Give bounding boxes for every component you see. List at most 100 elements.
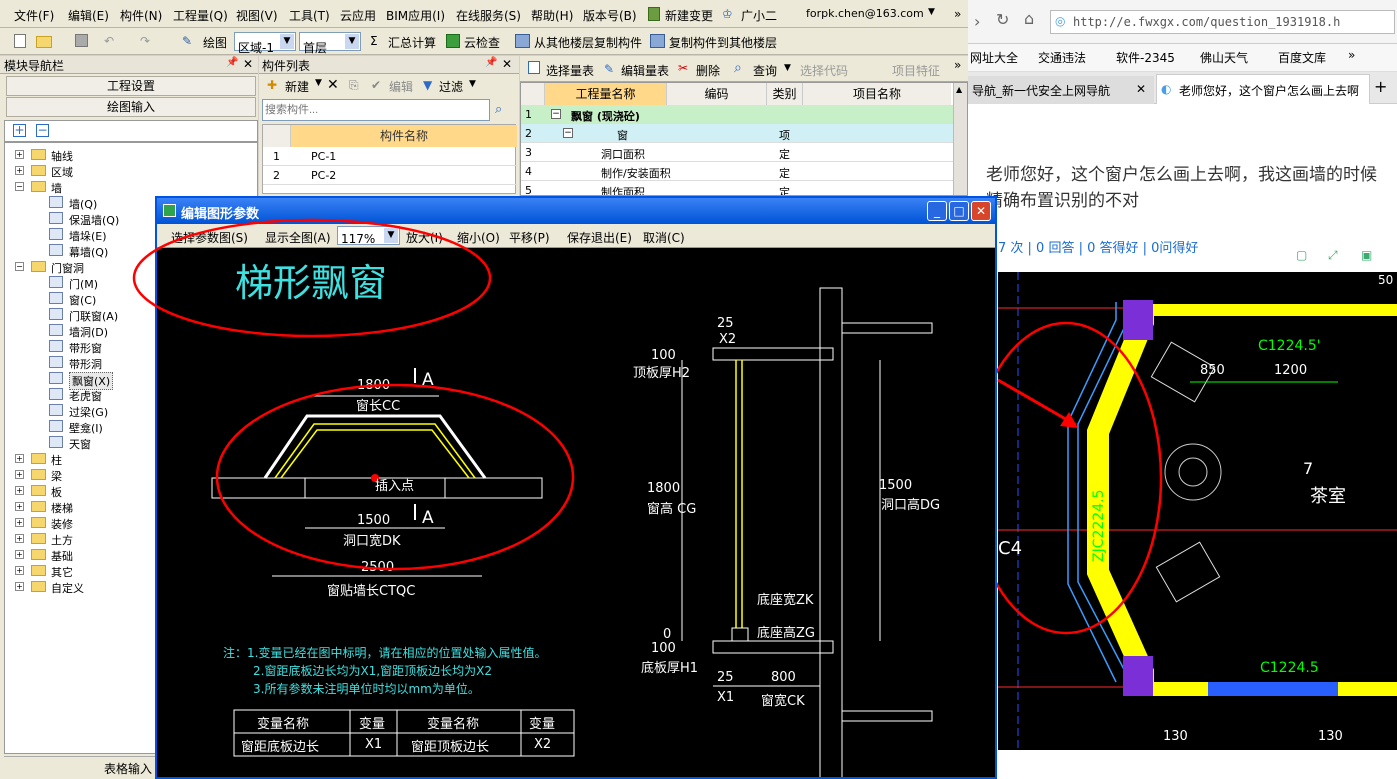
area-select[interactable]: 区域-1 ▼ (234, 32, 296, 55)
collapse-icon[interactable]: − (15, 262, 24, 271)
tree-item[interactable]: + 区域 (5, 163, 255, 179)
home-icon[interactable]: ⌂ (1024, 9, 1034, 28)
show-all-button[interactable]: 显示全图(A) (265, 229, 331, 246)
tab-navigation[interactable]: 导航_新一代安全上网导航 ✕ (968, 76, 1154, 104)
expand-icon[interactable]: + (15, 566, 24, 575)
search-icon[interactable]: ⌕ (495, 102, 502, 117)
chevron-down-icon[interactable]: ▼ (928, 7, 935, 17)
bookmark-item[interactable]: 网址大全 (970, 49, 1018, 66)
collapse-icon[interactable]: − (551, 109, 561, 119)
select-code-button[interactable]: 选择代码 (800, 62, 848, 79)
table-row[interactable]: 1 PC-1 (263, 147, 517, 166)
menu-help[interactable]: 帮助(H) (531, 7, 573, 24)
chevron-down-icon[interactable]: ▼ (315, 78, 322, 88)
expand-icon[interactable]: + (15, 486, 24, 495)
save-icon[interactable] (75, 34, 88, 47)
reload-icon[interactable]: ↻ (996, 10, 1009, 29)
chevron-down-icon[interactable]: ▼ (469, 79, 476, 89)
redo-icon[interactable]: ↷ (140, 34, 150, 48)
query-button[interactable]: 查询 (753, 62, 777, 79)
table-row[interactable]: 2 窗 项 − (521, 124, 953, 143)
expand-icon[interactable]: + (15, 454, 24, 463)
draw-input-button[interactable]: 绘图输入 (6, 97, 256, 117)
select-qtable-button[interactable]: 选择量表 (546, 62, 594, 79)
delete-icon[interactable]: ✕ (327, 77, 339, 93)
menu-cloud[interactable]: 云应用 (340, 7, 376, 24)
copy-icon[interactable]: ⎘ (349, 78, 359, 93)
bookmark-item[interactable]: 软件-2345 (1116, 49, 1175, 66)
close-icon[interactable]: ✕ (243, 57, 253, 71)
new-button[interactable]: 新建 (285, 78, 309, 95)
chevron-down-icon[interactable]: ▼ (784, 63, 791, 73)
table-input-button[interactable]: 表格输入 (104, 760, 152, 777)
account-label[interactable]: forpk.chen@163.com (806, 7, 924, 20)
menu-edit[interactable]: 编辑(E) (68, 7, 109, 24)
viewer-icon[interactable]: ▢ (1296, 248, 1307, 262)
project-settings-button[interactable]: 工程设置 (6, 76, 256, 96)
bookmark-item[interactable]: 佛山天气 (1200, 49, 1248, 66)
tab-question[interactable]: ◐ 老师您好，这个窗户怎么画上去啊 (1156, 74, 1370, 104)
table-row[interactable]: 4 制作/安装面积 定 (521, 162, 953, 181)
close-icon[interactable]: ✕ (1136, 82, 1146, 96)
expand-icon[interactable]: + (15, 534, 24, 543)
menu-online[interactable]: 在线服务(S) (456, 7, 521, 24)
zoom-in-button[interactable]: 放大(I) (406, 229, 443, 246)
save-image-icon[interactable]: ▣ (1361, 248, 1372, 262)
chevron-up-icon[interactable]: ▲ (956, 85, 962, 94)
open-folder-icon[interactable] (36, 36, 52, 48)
expand-icon[interactable]: ⤢ (1328, 248, 1338, 263)
table-row[interactable]: 3 洞口面积 定 (521, 143, 953, 162)
expand-icon[interactable]: + (15, 550, 24, 559)
cloud-check-button[interactable]: 云检查 (464, 34, 500, 51)
draw-button[interactable]: 绘图 (203, 34, 227, 51)
expand-all-icon[interactable]: + (13, 124, 26, 137)
expand-icon[interactable]: + (15, 518, 24, 527)
expand-icon[interactable]: + (15, 582, 24, 591)
search-input[interactable] (262, 99, 490, 121)
menu-new-change[interactable]: 新建变更 (665, 7, 713, 24)
forward-icon[interactable]: › (974, 12, 980, 31)
table-row[interactable]: 5 制作面积 定 (521, 181, 953, 195)
table-row[interactable]: 1 飘窗 (现浇砼) − (521, 105, 953, 124)
cancel-button[interactable]: 取消(C) (643, 229, 685, 246)
menu-file[interactable]: 文件(F) (14, 7, 54, 24)
maximize-icon[interactable]: □ (949, 201, 969, 221)
more-icon[interactable]: » (954, 7, 961, 21)
delete-button[interactable]: 删除 (696, 62, 720, 79)
menu-tools[interactable]: 工具(T) (289, 7, 330, 24)
copy-from-floor-button[interactable]: 从其他楼层复制构件 (534, 34, 642, 51)
pin-icon[interactable]: 📌 (226, 57, 238, 68)
collapse-icon[interactable]: − (563, 128, 573, 138)
item-feature-button[interactable]: 项目特征 (892, 62, 940, 79)
zoom-select[interactable]: 117% ▼ (337, 226, 400, 246)
edit-qtable-button[interactable]: 编辑量表 (621, 62, 669, 79)
expand-icon[interactable]: + (15, 166, 24, 175)
bookmark-item[interactable]: 交通违法 (1038, 49, 1086, 66)
close-icon[interactable]: ✕ (971, 201, 991, 221)
sum-calc-button[interactable]: 汇总计算 (388, 34, 436, 51)
filter-button[interactable]: 过滤 (439, 78, 463, 95)
undo-icon[interactable]: ↶ (104, 34, 114, 48)
select-param-graph-button[interactable]: 选择参数图(S) (171, 229, 248, 246)
tree-item[interactable]: − 墙 (5, 179, 255, 195)
question-stats[interactable]: 7 次 | 0 回答 | 0 答得好 | 0问得好 (998, 237, 1198, 256)
close-icon[interactable]: ✕ (502, 57, 512, 71)
bookmark-item[interactable]: 百度文库 (1278, 49, 1326, 66)
collapse-all-icon[interactable]: − (36, 124, 49, 137)
edit-button[interactable]: 编辑 (389, 78, 413, 95)
menu-view[interactable]: 视图(V) (236, 7, 278, 24)
pin-icon[interactable]: 📌 (485, 57, 497, 68)
more-icon[interactable]: » (1348, 48, 1355, 62)
floor-select[interactable]: 首层 ▼ (299, 32, 361, 55)
table-row[interactable]: 2 PC-2 (263, 166, 517, 185)
new-file-icon[interactable] (14, 34, 26, 48)
tree-item[interactable]: + 轴线 (5, 147, 255, 163)
scrollbar[interactable]: ▲ (953, 83, 967, 195)
address-bar[interactable]: ◎ http://e.fwxgx.com/question_1931918.h (1050, 10, 1395, 34)
menu-guangxiaoer[interactable]: 广小二 (741, 7, 777, 24)
more-icon[interactable]: » (954, 58, 961, 72)
zoom-out-button[interactable]: 缩小(O) (457, 229, 500, 246)
menu-version[interactable]: 版本号(B) (583, 7, 637, 24)
minimize-icon[interactable]: _ (927, 201, 947, 221)
pan-button[interactable]: 平移(P) (509, 229, 550, 246)
